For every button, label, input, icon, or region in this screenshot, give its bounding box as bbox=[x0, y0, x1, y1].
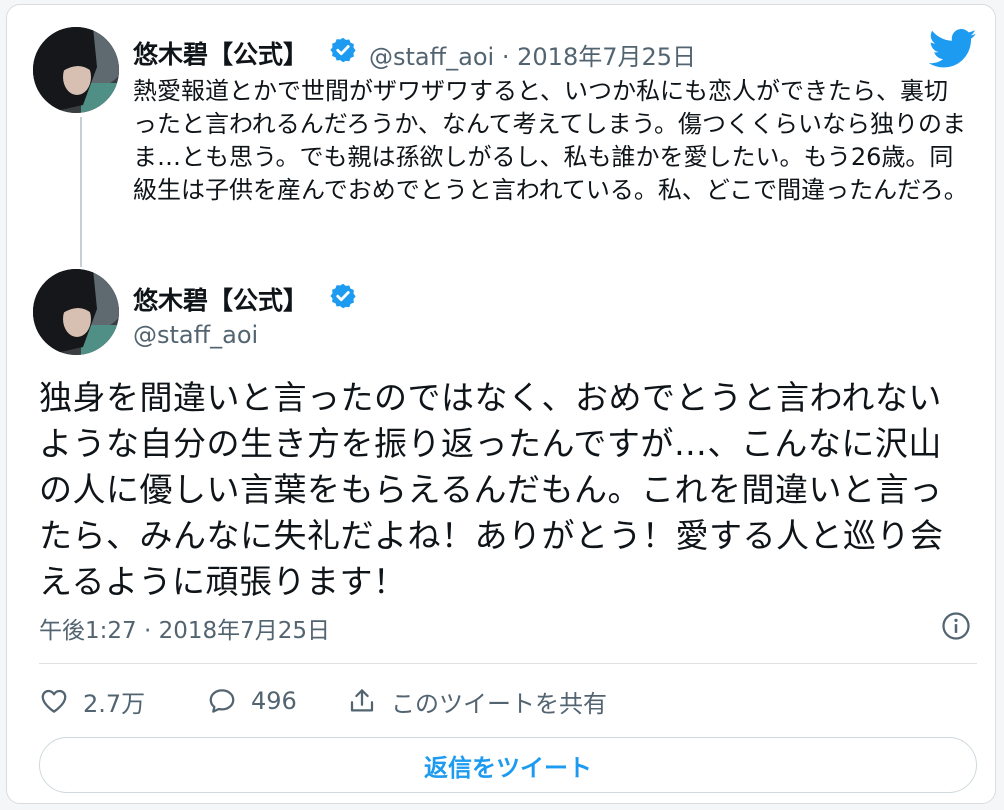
handle[interactable]: @staff_aoi bbox=[369, 43, 494, 71]
like-count: 2.7万 bbox=[83, 689, 146, 718]
tweet-card: 悠木碧【公式】 @staff_aoi · 2018年7月25日 熱愛報道とかで世… bbox=[6, 4, 996, 804]
verified-badge-icon bbox=[330, 37, 356, 63]
parent-tweet-text: 熱愛報道とかで世間がザワザワすると、いつか私にも恋人ができたら、裏切ったと言われ… bbox=[133, 77, 968, 204]
avatar-image bbox=[33, 269, 119, 355]
avatar-image bbox=[33, 27, 119, 113]
separator: · bbox=[501, 43, 510, 71]
twitter-bird-icon[interactable] bbox=[929, 29, 977, 69]
avatar[interactable] bbox=[33, 269, 119, 355]
handle-date-line: @staff_aoi · 2018年7月25日 bbox=[369, 37, 696, 72]
divider bbox=[39, 663, 977, 664]
tweet-timestamp[interactable]: 午後1:27 · 2018年7月25日 bbox=[39, 611, 330, 645]
like-button[interactable]: 2.7万 bbox=[39, 683, 145, 719]
display-name[interactable]: 悠木碧【公式】 bbox=[133, 35, 308, 71]
main-tweet-text: 独身を間違いと言ったのではなく、おめでとうと言われないような自分の生き方を振り返… bbox=[39, 378, 944, 601]
share-label: このツイートを共有 bbox=[391, 689, 607, 718]
verified-badge-icon bbox=[330, 283, 356, 309]
tweet-date[interactable]: 2018年7月25日 bbox=[517, 43, 696, 71]
thread-connector bbox=[80, 117, 82, 267]
info-icon[interactable] bbox=[941, 611, 971, 641]
reply-tweet-button[interactable]: 返信をツイート bbox=[39, 737, 977, 793]
reply-count: 496 bbox=[251, 687, 297, 715]
reply-count-button[interactable]: 496 bbox=[207, 683, 297, 719]
share-icon bbox=[350, 689, 374, 712]
handle[interactable]: @staff_aoi bbox=[133, 321, 258, 349]
heart-icon bbox=[41, 689, 67, 713]
avatar[interactable] bbox=[33, 27, 119, 113]
speech-bubble-icon bbox=[209, 689, 235, 713]
display-name[interactable]: 悠木碧【公式】 bbox=[133, 281, 308, 317]
share-button[interactable]: このツイートを共有 bbox=[347, 683, 607, 719]
